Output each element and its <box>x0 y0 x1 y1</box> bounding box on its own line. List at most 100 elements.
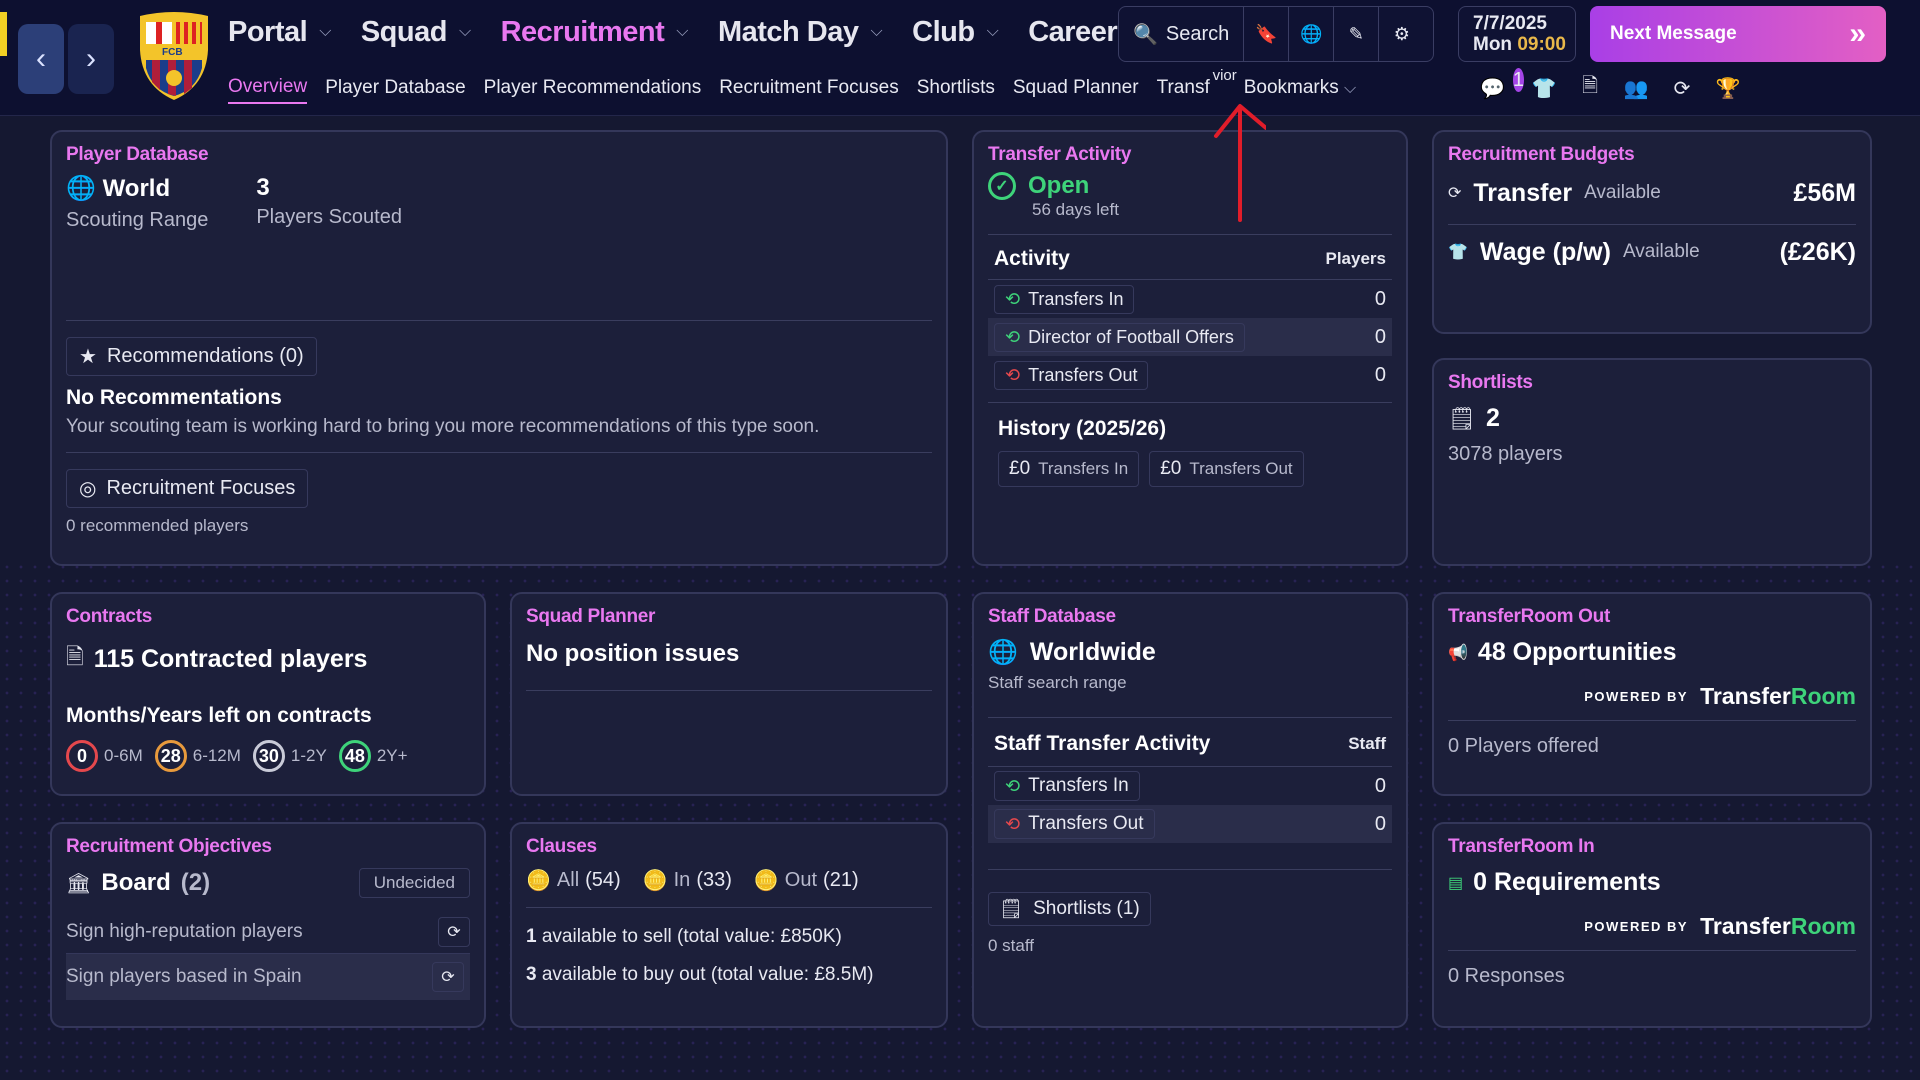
staff-activity-row[interactable]: ⟲ Transfers In 0 <box>988 767 1392 805</box>
bucket-value: 28 <box>154 740 187 772</box>
bookmark-icon[interactable]: 🔖 <box>1244 7 1290 61</box>
row-value: 0 <box>1374 812 1386 835</box>
shortlists-panel[interactable]: Shortlists 🗒 2 3078 players <box>1432 358 1872 566</box>
staff-icon[interactable]: 👥 <box>1624 76 1649 100</box>
bucket-value: 0 <box>66 740 98 772</box>
transferroom-logo: TransferRoom <box>1700 913 1856 940</box>
divider <box>1448 950 1856 951</box>
tab-overview[interactable]: Overview <box>228 76 308 104</box>
board-count: (2) <box>180 869 211 896</box>
divider <box>988 234 1392 235</box>
refresh-icon: ⟳ <box>432 962 464 992</box>
next-message-button[interactable]: Next Message » <box>1590 6 1886 62</box>
toolbar: 🔍 Search 🔖 🌐 ✎ ⚙ <box>1118 6 1434 62</box>
transfer-in-icon: ⟲ <box>1005 326 1021 347</box>
tab-transfers[interactable]: Transf vior <box>1157 67 1237 103</box>
activity-label: Activity <box>994 247 1070 270</box>
chevron-down-icon: ⌵ <box>458 23 471 40</box>
activity-row[interactable]: ⟲ Transfers Out 0 <box>988 356 1392 394</box>
tab-recruitment-focuses[interactable]: Recruitment Focuses <box>719 77 899 103</box>
staff-shortlists-button[interactable]: 🗒 Shortlists (1) <box>988 892 1151 926</box>
recruitment-focuses-button[interactable]: ◎ Recruitment Focuses <box>66 469 309 508</box>
panel-title: Shortlists <box>1448 372 1533 393</box>
contracts-panel[interactable]: Contracts 🗎 115 Contracted players Months… <box>50 592 486 796</box>
clauses-in-label: In <box>673 869 691 891</box>
pencil-icon[interactable]: ✎ <box>1334 7 1380 61</box>
transfer-budget-value: £56M <box>1793 178 1856 207</box>
squad-planner-panel[interactable]: Squad Planner No position issues <box>510 592 948 796</box>
chevron-down-icon: ⌵ <box>319 23 331 40</box>
board-label: Board <box>101 869 171 896</box>
recruitment-budgets-panel: Recruitment Budgets ⟳ Transfer Available £… <box>1432 130 1872 334</box>
objectives-status: Undecided <box>358 868 470 898</box>
board-icon: 🏛 <box>66 872 92 895</box>
history-transfers-out[interactable]: £0 Transfers Out <box>1149 451 1304 487</box>
history-title: History (2025/26) <box>998 417 1167 440</box>
transferroom-in-panel[interactable]: TransferRoom In ▤ 0 Requirements POWERED … <box>1432 822 1872 1028</box>
wage-label: Wage (p/w) <box>1479 237 1611 266</box>
panel-title: TransferRoom Out <box>1448 606 1610 627</box>
staff-activity-row[interactable]: ⟲ Transfers Out 0 <box>988 805 1392 843</box>
globe-icon[interactable]: 🌐 <box>1289 7 1335 61</box>
logo-part: Room <box>1790 683 1856 709</box>
forward-button[interactable]: › <box>68 24 114 94</box>
clauses-out[interactable]: 🪙 Out (21) <box>754 868 859 893</box>
back-button[interactable]: ‹ <box>18 24 64 94</box>
staff-activity-label: Staff Transfer Activity <box>994 732 1211 755</box>
search-button[interactable]: 🔍 Search <box>1119 7 1245 61</box>
tab-player-recommendations[interactable]: Player Recommendations <box>484 77 702 103</box>
club-crest[interactable]: FCB <box>132 10 216 102</box>
game-date[interactable]: 7/7/2025 Mon 09:00 <box>1458 6 1576 62</box>
menu-label: Portal <box>228 15 308 48</box>
clauses-all[interactable]: 🪙 All (54) <box>526 868 621 893</box>
contract-bucket: 30 1-2Y <box>252 740 327 772</box>
coins-icon: 🪙 <box>753 870 779 892</box>
recommendations-button[interactable]: ★ Recommendations (0) <box>66 337 317 376</box>
divider <box>526 907 932 908</box>
chat-icon[interactable]: 💬 1 <box>1480 68 1525 100</box>
tab-squad-planner[interactable]: Squad Planner <box>1013 77 1139 103</box>
objective-row[interactable]: Sign high-reputation players ⟳ <box>66 910 470 954</box>
megaphone-icon: 📢 <box>1448 644 1468 662</box>
search-label: Search <box>1165 22 1230 45</box>
objective-row[interactable]: Sign players based in Spain ⟳ <box>66 954 470 1000</box>
gear-icon[interactable]: ⚙ <box>1379 7 1424 61</box>
row-label: Transfers In <box>1028 288 1124 309</box>
coins-icon: 🪙 <box>526 870 551 892</box>
focuses-sub: 0 recommended players <box>66 516 249 535</box>
history-transfers-in[interactable]: £0 Transfers In <box>998 451 1140 487</box>
clauses-in[interactable]: 🪙 In (33) <box>643 868 732 893</box>
refresh-icon[interactable]: ⟳ <box>1670 76 1694 100</box>
clauses-count: 3 <box>526 964 537 985</box>
history-in-value: £0 <box>1009 458 1031 479</box>
clauses-panel[interactable]: Clauses 🪙 All (54) 🪙 In (33) 🪙 Out (21) 1 avai… <box>510 822 948 1028</box>
tab-player-database[interactable]: Player Database <box>325 77 465 103</box>
panel-title: Recruitment Budgets <box>1448 144 1635 165</box>
chevron-down-icon: ⌵ <box>1344 80 1357 97</box>
menu-club[interactable]: Club ⌵ <box>912 16 999 49</box>
menu-squad[interactable]: Squad ⌵ <box>361 16 471 49</box>
transferroom-out-panel[interactable]: TransferRoom Out 📢 48 Opportunities POWER… <box>1432 592 1872 796</box>
bucket-value: 30 <box>252 740 285 772</box>
row-label: Transfers Out <box>1028 813 1144 834</box>
menu-portal[interactable]: Portal ⌵ <box>228 16 331 49</box>
transferroom-logo: TransferRoom <box>1700 683 1856 710</box>
day-text: Mon <box>1473 34 1513 55</box>
trophy-icon[interactable]: 🏆 <box>1716 76 1741 100</box>
transfer-available: Available <box>1584 182 1661 203</box>
activity-row[interactable]: ⟲ Transfers In 0 <box>988 280 1392 318</box>
menu-match-day[interactable]: Match Day ⌵ <box>718 16 883 49</box>
contracted-players: 115 Contracted players <box>93 644 368 673</box>
shirt-icon[interactable]: 👕 <box>1532 76 1557 100</box>
tab-shortlists[interactable]: Shortlists <box>917 77 995 103</box>
activity-row[interactable]: ⟲ Director of Football Offers 0 <box>988 318 1392 356</box>
clauses-line: 3 available to buy out (total value: £8.… <box>526 964 932 986</box>
responses: 0 Responses <box>1448 965 1565 987</box>
crest-text: FCB <box>162 47 183 58</box>
panel-title: Squad Planner <box>526 606 656 627</box>
scouting-range-value: World <box>102 175 171 202</box>
players-offered: 0 Players offered <box>1448 735 1599 757</box>
menu-recruitment[interactable]: Recruitment ⌵ <box>501 16 689 49</box>
document-icon[interactable]: 🗎 <box>1578 75 1602 100</box>
bucket-value: 48 <box>338 740 371 772</box>
